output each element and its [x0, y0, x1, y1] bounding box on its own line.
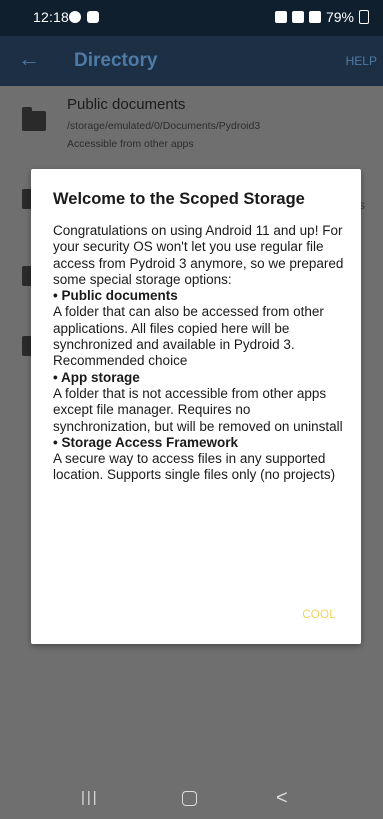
gallery-notification-icon: [87, 11, 99, 23]
page-title: Directory: [74, 50, 158, 71]
navigation-bar: ||| <: [0, 779, 383, 819]
list-item-path: /storage/emulated/0/Documents/Pydroid3: [67, 120, 261, 132]
alarm-icon: [274, 11, 287, 23]
back-button[interactable]: <: [276, 787, 288, 810]
status-bar: 12:18 79%: [0, 0, 383, 36]
signal-icon: [308, 11, 321, 23]
status-time: 12:18: [33, 9, 70, 25]
app-bar: ← Directory HELP: [0, 36, 383, 86]
battery-icon: [359, 10, 369, 24]
cool-button[interactable]: COOL: [302, 609, 336, 621]
battery-percent: 79%: [325, 9, 354, 25]
home-button[interactable]: [182, 791, 197, 806]
option-text: A secure way to access files in any supp…: [53, 451, 336, 483]
help-button[interactable]: HELP: [346, 54, 377, 68]
dialog-title: Welcome to the Scoped Storage: [53, 190, 305, 208]
folder-icon: [22, 107, 46, 131]
option-text: A folder that is not accessible from oth…: [53, 385, 343, 434]
status-icons: 79%: [274, 9, 369, 25]
option-heading: • Storage Access Framework: [53, 434, 239, 450]
list-item-public-documents[interactable]: Public documents /storage/emulated/0/Doc…: [0, 86, 383, 156]
option-heading: • App storage: [53, 369, 140, 385]
scoped-storage-dialog: Welcome to the Scoped Storage Congratula…: [31, 169, 361, 644]
option-text: A folder that can also be accessed from …: [53, 304, 324, 369]
back-arrow-icon[interactable]: ←: [18, 46, 40, 72]
list-item-name: Public documents: [67, 96, 186, 113]
wifi-icon: [291, 11, 304, 23]
option-heading: • Public documents: [53, 288, 178, 304]
recents-button[interactable]: |||: [81, 789, 99, 806]
dialog-intro: Congratulations on using Android 11 and …: [53, 223, 344, 287]
dialog-body: Congratulations on using Android 11 and …: [53, 223, 345, 484]
list-item-description: Accessible from other apps: [67, 138, 194, 150]
notification-icon: [69, 11, 81, 23]
